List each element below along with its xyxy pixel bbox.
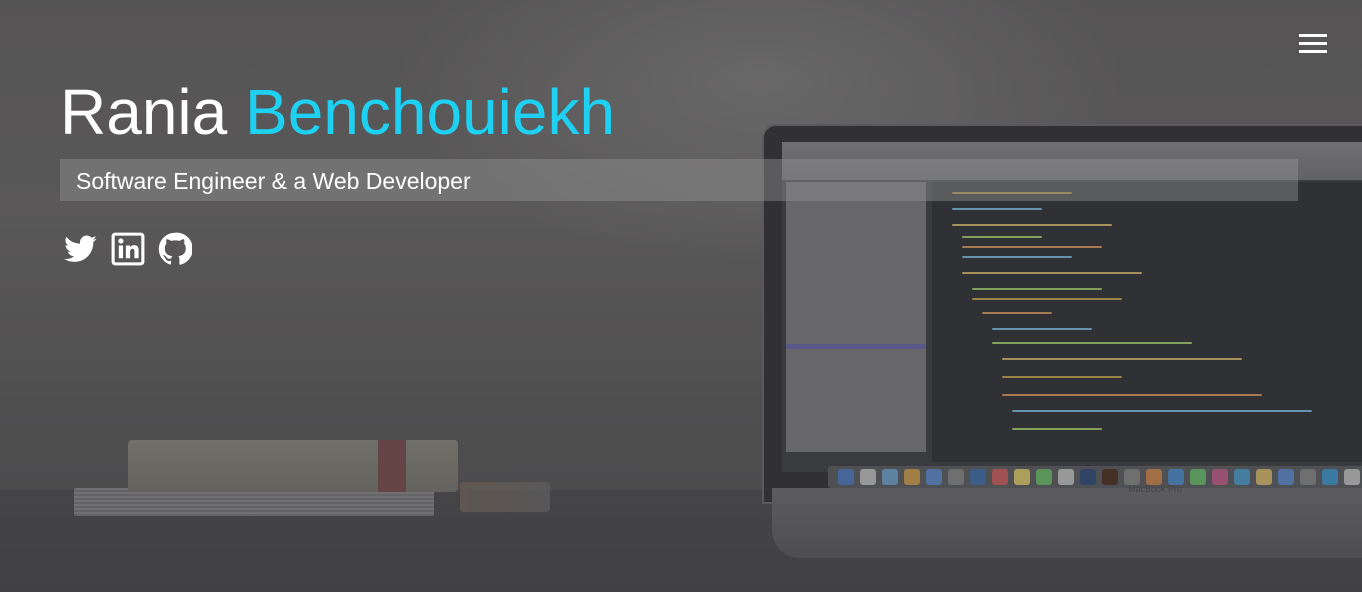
- hero-subtitle: Software Engineer & a Web Developer: [76, 168, 471, 194]
- hero-section: MacBook Pro Rania Benchouiekh Software E…: [0, 0, 1362, 592]
- github-icon: [158, 232, 192, 265]
- linkedin-icon: [111, 232, 145, 266]
- github-link[interactable]: [158, 232, 192, 266]
- menu-bar-middle: [1299, 42, 1327, 45]
- subtitle-bar: Software Engineer & a Web Developer: [60, 159, 1298, 201]
- linkedin-link[interactable]: [111, 232, 145, 266]
- menu-bar-bottom: [1299, 50, 1327, 53]
- social-links: [64, 232, 192, 266]
- menu-bar-top: [1299, 34, 1327, 37]
- hamburger-menu-icon[interactable]: [1297, 32, 1329, 56]
- twitter-icon: [64, 235, 97, 262]
- last-name: Benchouiekh: [245, 76, 616, 148]
- first-name: Rania: [60, 76, 228, 148]
- hero-name-heading: Rania Benchouiekh: [60, 74, 615, 150]
- twitter-link[interactable]: [64, 232, 98, 266]
